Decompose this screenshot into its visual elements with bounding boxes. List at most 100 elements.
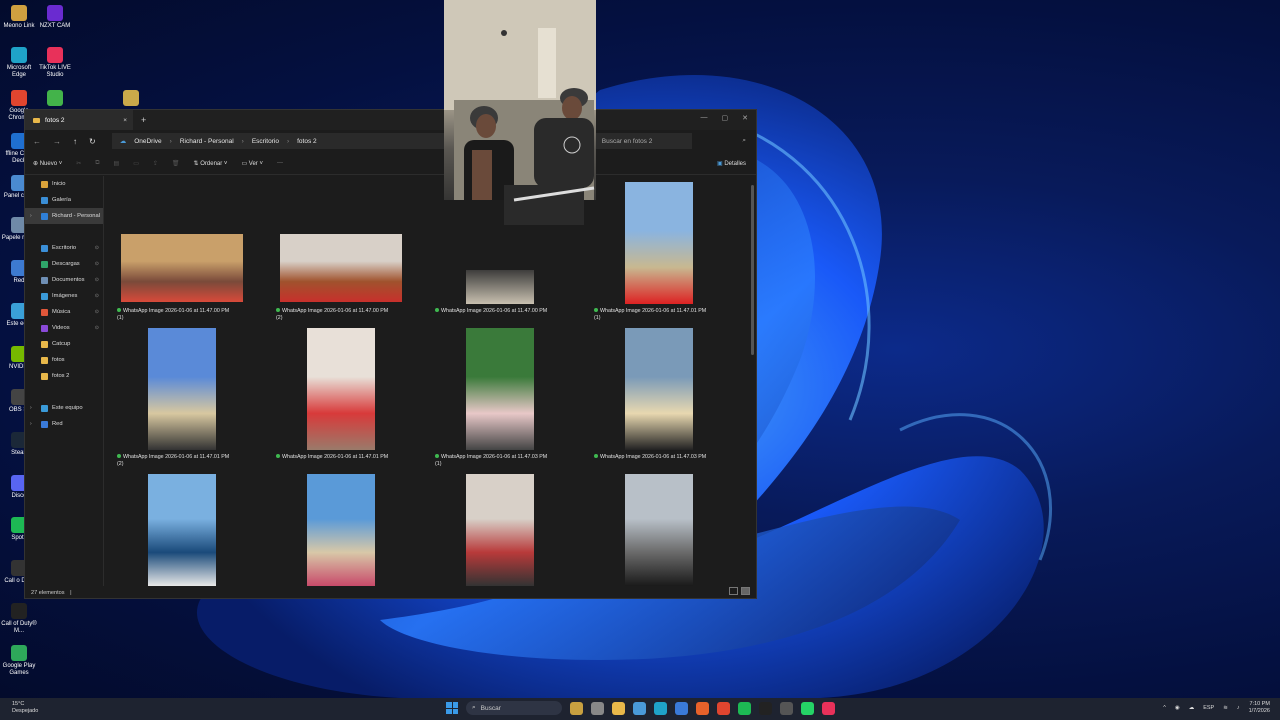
- edge-icon[interactable]: [654, 701, 667, 715]
- chevron-right-icon[interactable]: ›: [30, 421, 32, 427]
- refresh-icon[interactable]: ↻: [89, 137, 96, 146]
- paste-icon[interactable]: ▤: [114, 160, 120, 167]
- back-arrow-icon[interactable]: ←: [33, 137, 41, 146]
- spotify-icon[interactable]: [738, 701, 751, 715]
- breadcrumb-separator: ›: [286, 137, 290, 145]
- desktop-icon[interactable]: NZXT CAM: [36, 5, 74, 30]
- sidebar-item[interactable]: Galería: [25, 192, 103, 208]
- task-view-icon[interactable]: [591, 701, 604, 715]
- volume-icon[interactable]: ♪: [1237, 705, 1240, 711]
- sidebar-item[interactable]: fotos: [25, 352, 103, 368]
- chrome-icon[interactable]: [717, 701, 730, 715]
- image-thumbnail: [625, 182, 693, 304]
- file-name-text: WhatsApp Image 2026-01-06 at 11.47.01 PM: [282, 454, 389, 460]
- file-name: WhatsApp Image 2026-01-06 at 11.47.03 PM: [594, 454, 754, 461]
- sort-button[interactable]: ⇅ Ordenar ˅: [194, 160, 228, 167]
- windows-start-icon[interactable]: [446, 702, 458, 714]
- cut-icon[interactable]: ✂: [76, 160, 81, 167]
- search-app-icon[interactable]: [570, 701, 583, 715]
- desktop-icon[interactable]: [36, 90, 74, 108]
- desktop-icon[interactable]: TikTok LIVE Studio: [36, 47, 74, 79]
- new-tab-button[interactable]: +: [141, 115, 146, 125]
- rename-icon[interactable]: ▭: [133, 160, 139, 167]
- chevron-right-icon[interactable]: ›: [30, 213, 32, 219]
- close-button[interactable]: ✕: [742, 114, 748, 122]
- store-icon[interactable]: [675, 701, 688, 715]
- thumbnail-view-button[interactable]: [741, 587, 750, 595]
- sidebar-item[interactable]: › Este equipo: [25, 400, 103, 416]
- breadcrumb-richard-personal[interactable]: Richard - Personal: [180, 138, 234, 145]
- search-icon: ⌕: [472, 704, 476, 711]
- share-icon[interactable]: ⇪: [153, 160, 158, 167]
- breadcrumb-fotos-2[interactable]: fotos 2: [297, 138, 317, 145]
- copilot-icon[interactable]: [633, 701, 646, 715]
- firefox-icon[interactable]: [696, 701, 709, 715]
- tiktok-live-icon[interactable]: [822, 701, 835, 715]
- wifi-icon[interactable]: ≋: [1223, 705, 1228, 711]
- sort-label: Ordenar: [200, 160, 223, 167]
- up-arrow-icon[interactable]: ↑: [73, 137, 77, 146]
- folder-icon: [41, 276, 48, 284]
- search-box[interactable]: Buscar en fotos 2 ⌕: [602, 137, 746, 145]
- sidebar-item-label: Red: [52, 421, 63, 427]
- breadcrumb-escritorio[interactable]: Escritorio: [252, 138, 279, 145]
- onedrive-icon[interactable]: ☁: [1189, 705, 1195, 711]
- network-icon[interactable]: ◉: [1175, 705, 1180, 711]
- tray-chevron-icon[interactable]: ^: [1163, 705, 1166, 711]
- file-explorer-icon[interactable]: [612, 701, 625, 715]
- sidebar-item[interactable]: Documentos ⊙: [25, 272, 103, 288]
- search-input[interactable]: Buscar en fotos 2: [602, 138, 653, 145]
- sidebar-item[interactable]: Imágenes ⊙: [25, 288, 103, 304]
- weather-widget[interactable]: 15°C Despejado: [12, 701, 38, 715]
- folder-icon: [41, 196, 48, 204]
- tab-fotos-2[interactable]: fotos 2 ×: [25, 110, 133, 130]
- desktop-icon[interactable]: Microsoft Edge: [0, 47, 38, 79]
- view-button[interactable]: ▭ Ver ˅: [241, 160, 263, 167]
- new-button[interactable]: ⊕ Nuevo ˅: [33, 160, 62, 167]
- copy-icon[interactable]: ⧉: [95, 160, 99, 167]
- breadcrumb-onedrive[interactable]: OneDrive: [134, 138, 161, 145]
- language-indicator[interactable]: ESP: [1203, 705, 1214, 711]
- taskbar-search-input[interactable]: Buscar: [481, 705, 501, 712]
- sidebar-item[interactable]: Inicio: [25, 176, 103, 192]
- obs-icon[interactable]: [780, 701, 793, 715]
- whatsapp-icon[interactable]: [801, 701, 814, 715]
- details-button[interactable]: ▣ Detalles: [717, 160, 746, 167]
- desktop-icon[interactable]: Meono Link: [0, 5, 38, 30]
- tiktok-icon[interactable]: [759, 701, 772, 715]
- chevron-right-icon[interactable]: ›: [30, 405, 32, 411]
- folder-icon: [41, 180, 48, 188]
- details-view-button[interactable]: [729, 587, 738, 595]
- forward-arrow-icon[interactable]: →: [53, 137, 61, 146]
- file-name-text: WhatsApp Image 2026-01-06 at 11.47.00 PM: [123, 308, 230, 314]
- desktop-icon[interactable]: Google Play Games: [0, 645, 38, 677]
- view-toggle: [729, 587, 750, 595]
- delete-icon[interactable]: 🗑: [172, 160, 180, 167]
- sidebar-item[interactable]: Música ⊙: [25, 304, 103, 320]
- sidebar-item[interactable]: Catcup: [25, 336, 103, 352]
- desktop-icon[interactable]: Call of Duty® M...: [0, 603, 38, 635]
- close-tab-icon[interactable]: ×: [123, 117, 127, 124]
- taskbar-search[interactable]: ⌕ Buscar: [466, 701, 562, 715]
- navigation-pane: Inicio Galería › Richard - Personal Escritor…: [25, 176, 104, 586]
- desktop-icon[interactable]: [112, 90, 150, 108]
- sidebar-item[interactable]: › Red: [25, 416, 103, 432]
- sidebar-item[interactable]: Descargas ⊙: [25, 256, 103, 272]
- search-icon[interactable]: ⌕: [742, 137, 746, 145]
- desktop-icon-label: TikTok LIVE Studio: [39, 65, 71, 78]
- sidebar-item[interactable]: › Richard - Personal: [25, 208, 103, 224]
- minimize-button[interactable]: —: [701, 114, 708, 122]
- sidebar-item[interactable]: Escritorio ⊙: [25, 240, 103, 256]
- sync-status-icon: [594, 308, 598, 312]
- file-name-text: WhatsApp Image 2026-01-06 at 11.47.03 PM: [441, 454, 548, 460]
- clock[interactable]: 7:10 PM 1/7/2026: [1249, 701, 1270, 715]
- maximize-button[interactable]: ▢: [722, 114, 729, 122]
- sidebar-item: [25, 224, 103, 240]
- sidebar-item[interactable]: Videos ⊙: [25, 320, 103, 336]
- vertical-scrollbar[interactable]: [751, 185, 754, 355]
- folder-icon: [41, 212, 48, 220]
- item-count: 27 elementos: [31, 590, 65, 596]
- sidebar-item[interactable]: fotos 2: [25, 368, 103, 384]
- more-options-button[interactable]: ···: [277, 160, 283, 166]
- file-name: WhatsApp Image 2026-01-06 at 11.47.00 PM…: [276, 308, 436, 321]
